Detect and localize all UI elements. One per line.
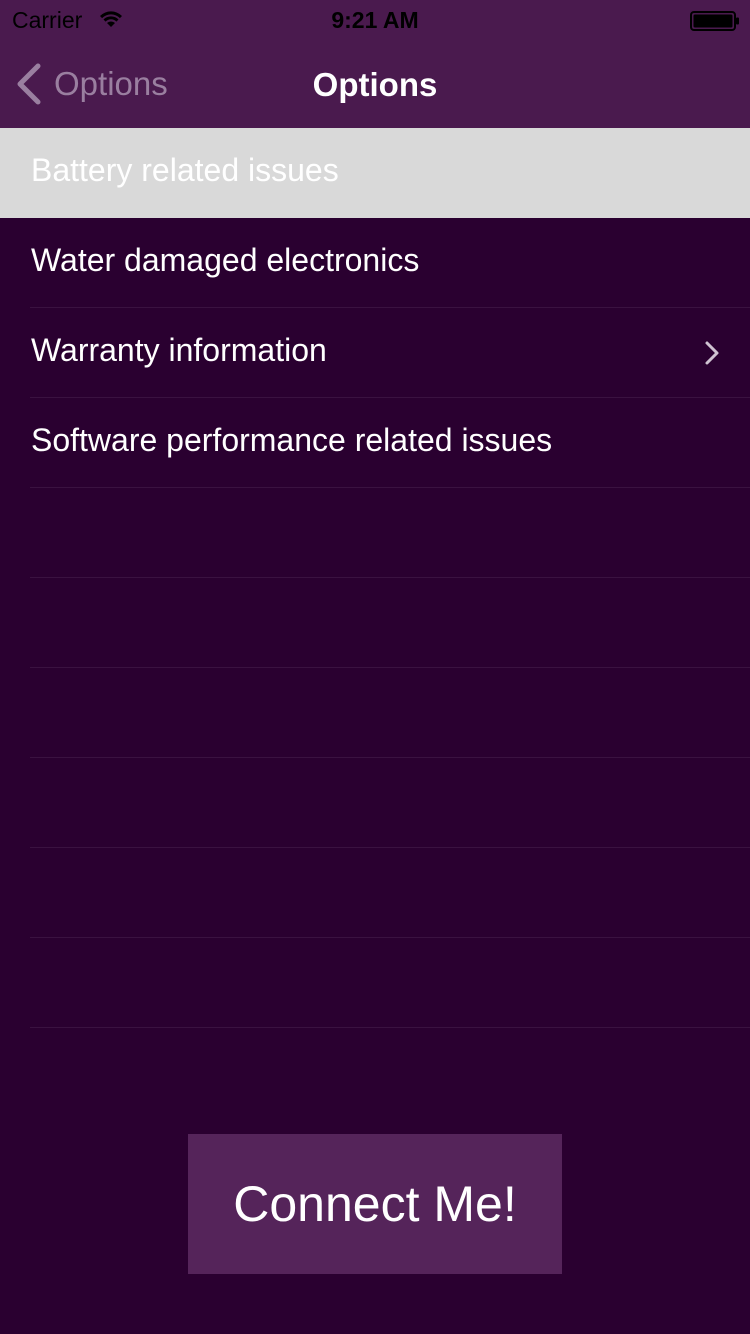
- empty-row: [0, 578, 750, 668]
- list-item-battery[interactable]: Battery related issues: [0, 128, 750, 218]
- empty-row: [0, 848, 750, 938]
- list-item-warranty[interactable]: Warranty information: [0, 308, 750, 398]
- top-bar: Carrier 9:21 AM Options Options: [0, 0, 750, 128]
- list-item-label: Warranty information: [31, 332, 327, 368]
- options-list: Battery related issues Water damaged ele…: [0, 128, 750, 1028]
- row-divider: [30, 1027, 750, 1028]
- list-item-water-damage[interactable]: Water damaged electronics: [0, 218, 750, 308]
- empty-row: [0, 938, 750, 1028]
- list-item-software[interactable]: Software performance related issues: [0, 398, 750, 488]
- list-item-label: Battery related issues: [31, 152, 339, 188]
- status-bar: Carrier 9:21 AM: [0, 0, 750, 40]
- status-time: 9:21 AM: [331, 7, 419, 33]
- list-item-label: Water damaged electronics: [31, 242, 420, 278]
- connect-me-button[interactable]: Connect Me!: [188, 1134, 562, 1274]
- navigation-bar: Options Options: [0, 40, 750, 128]
- empty-row: [0, 758, 750, 848]
- empty-row: [0, 488, 750, 578]
- list-item-label: Software performance related issues: [31, 422, 553, 458]
- empty-row: [0, 668, 750, 758]
- page-title: Options: [312, 66, 438, 103]
- battery-icon: [690, 11, 739, 31]
- chevron-right-icon: [705, 341, 719, 365]
